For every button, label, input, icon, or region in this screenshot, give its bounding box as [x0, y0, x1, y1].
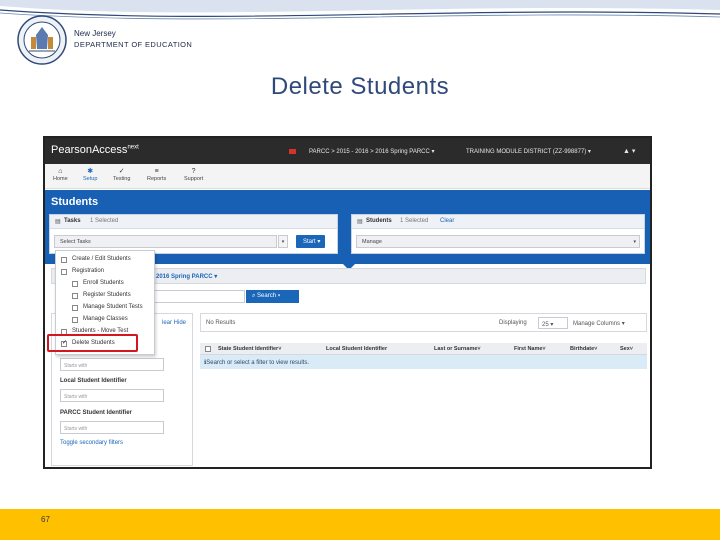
tasks-title: Tasks: [64, 218, 81, 224]
district-selector[interactable]: TRAINING MODULE DISTRICT (ZZ-998877) ▾: [466, 148, 591, 155]
administration-selector[interactable]: 2016 Spring PARCC ▾: [156, 273, 217, 280]
table-header: State Student Identifier˅ Local Student …: [200, 343, 647, 355]
displaying-label: Displaying: [499, 320, 527, 326]
check-icon: ✓: [118, 168, 125, 175]
start-button[interactable]: Start ▾: [296, 235, 326, 248]
tasks-icon: ▤: [55, 219, 61, 225]
students-title: Students: [366, 218, 392, 224]
search-input[interactable]: [153, 290, 245, 303]
parcc-id-filter-label: PARCC Student Identifier: [60, 410, 132, 416]
delete-students-highlight: [47, 334, 138, 352]
nav-home[interactable]: ⌂ Home: [53, 167, 68, 182]
search-button[interactable]: ⌕ Search ▾: [246, 290, 299, 303]
search-label: Search ▾: [257, 293, 281, 299]
clear-hide-links[interactable]: lear Hide: [162, 320, 186, 326]
menu-label: Create / Edit Students: [72, 256, 131, 262]
local-id-filter-input[interactable]: Starts with: [60, 389, 164, 402]
manage-columns-dropdown[interactable]: Manage Columns ▾: [573, 320, 625, 327]
col-birthdate[interactable]: Birthdate˅: [570, 346, 597, 352]
checkbox[interactable]: [72, 305, 78, 311]
nav-testing[interactable]: ✓ Testing: [113, 167, 130, 182]
breadcrumb[interactable]: PARCC > 2015 - 2016 > 2016 Spring PARCC …: [309, 148, 435, 155]
col-last-name[interactable]: Last or Surname˅: [434, 346, 481, 352]
page-number: 67: [41, 515, 50, 524]
toggle-secondary-filters-link[interactable]: Toggle secondary filters: [60, 440, 123, 446]
page-title: Delete Students: [270, 73, 450, 100]
manage-label: Manage: [362, 239, 382, 245]
select-tasks-placeholder: Select Tasks: [60, 239, 91, 245]
list-icon: ≡: [154, 168, 159, 175]
col-sex[interactable]: Sex˅: [620, 346, 633, 352]
manage-dropdown[interactable]: Manage ▾: [356, 235, 640, 248]
chevron-down-icon[interactable]: ▾: [278, 235, 288, 248]
help-icon: ?: [191, 168, 196, 175]
header-wave-decoration: [0, 0, 720, 20]
main-nav: ⌂ Home ✱ Setup ✓ Testing ≡ Reports ? Sup…: [45, 164, 650, 189]
nav-support[interactable]: ? Support: [184, 167, 203, 182]
slide: New Jersey DEPARTMENT OF EDUCATION Delet…: [0, 0, 720, 540]
gear-icon: ✱: [87, 168, 94, 175]
department-name: DEPARTMENT OF EDUCATION: [74, 40, 193, 49]
parcc-id-filter-input[interactable]: Starts with: [60, 421, 164, 434]
menu-label: Register Students: [83, 292, 131, 298]
nj-seal-logo: [17, 15, 67, 65]
home-icon: ⌂: [58, 168, 63, 175]
flag-icon[interactable]: [289, 149, 296, 154]
state-id-filter-input[interactable]: Starts with: [60, 358, 164, 371]
footer-bar: [0, 509, 720, 540]
col-local-id[interactable]: Local Student Identifier: [326, 346, 387, 352]
app-topbar: PearsonAccessnext PARCC > 2015 - 2016 > …: [45, 138, 650, 164]
col-state-id[interactable]: State Student Identifier˅: [218, 346, 281, 352]
results-header: No Results Displaying 25 ▾ Manage Column…: [200, 313, 647, 332]
students-icon: ▤: [357, 219, 363, 225]
info-message: ℹSearch or select a filter to view resul…: [204, 360, 309, 366]
no-results-text: No Results: [206, 320, 236, 326]
menu-label: Manage Student Tests: [83, 304, 143, 310]
results-panel: No Results Displaying 25 ▾ Manage Column…: [200, 313, 647, 466]
students-selected-count: 1 Selected: [400, 218, 429, 224]
page-size-select[interactable]: 25 ▾: [538, 317, 568, 329]
select-tasks-dropdown[interactable]: Select Tasks: [54, 235, 277, 248]
user-menu[interactable]: ▲ ▾: [623, 147, 635, 155]
nav-reports[interactable]: ≡ Reports: [147, 167, 166, 182]
app-brand[interactable]: PearsonAccessnext: [51, 144, 139, 156]
app-screenshot: PearsonAccessnext PARCC > 2015 - 2016 > …: [43, 136, 652, 469]
page-heading: Students: [51, 196, 99, 208]
tasks-panel: ▤ Tasks 1 Selected Select Tasks ▾ Start …: [49, 214, 338, 254]
checkbox[interactable]: [72, 317, 78, 323]
checkbox[interactable]: [72, 281, 78, 287]
menu-label: Manage Classes: [83, 316, 128, 322]
menu-label: Enroll Students: [83, 280, 124, 286]
tasks-panel-header: ▤ Tasks 1 Selected: [50, 215, 337, 229]
tasks-selected-count: 1 Selected: [90, 218, 119, 224]
info-message-row: ℹSearch or select a filter to view resul…: [200, 355, 647, 369]
students-panel: ▤ Students 1 Selected Clear Manage ▾: [351, 214, 645, 254]
col-first-name[interactable]: First Name˅: [514, 346, 546, 352]
checkbox[interactable]: [61, 257, 67, 263]
students-panel-header: ▤ Students 1 Selected Clear: [352, 215, 644, 229]
chevron-down-icon: ▾: [633, 239, 636, 245]
local-id-filter-label: Local Student Identifier: [60, 378, 127, 384]
state-name: New Jersey: [74, 29, 116, 38]
nav-setup[interactable]: ✱ Setup: [83, 167, 97, 182]
checkbox[interactable]: [61, 269, 67, 275]
clear-link[interactable]: Clear: [440, 218, 454, 224]
select-all-checkbox[interactable]: [205, 346, 211, 352]
menu-label: Registration: [72, 268, 105, 274]
checkbox[interactable]: [72, 293, 78, 299]
